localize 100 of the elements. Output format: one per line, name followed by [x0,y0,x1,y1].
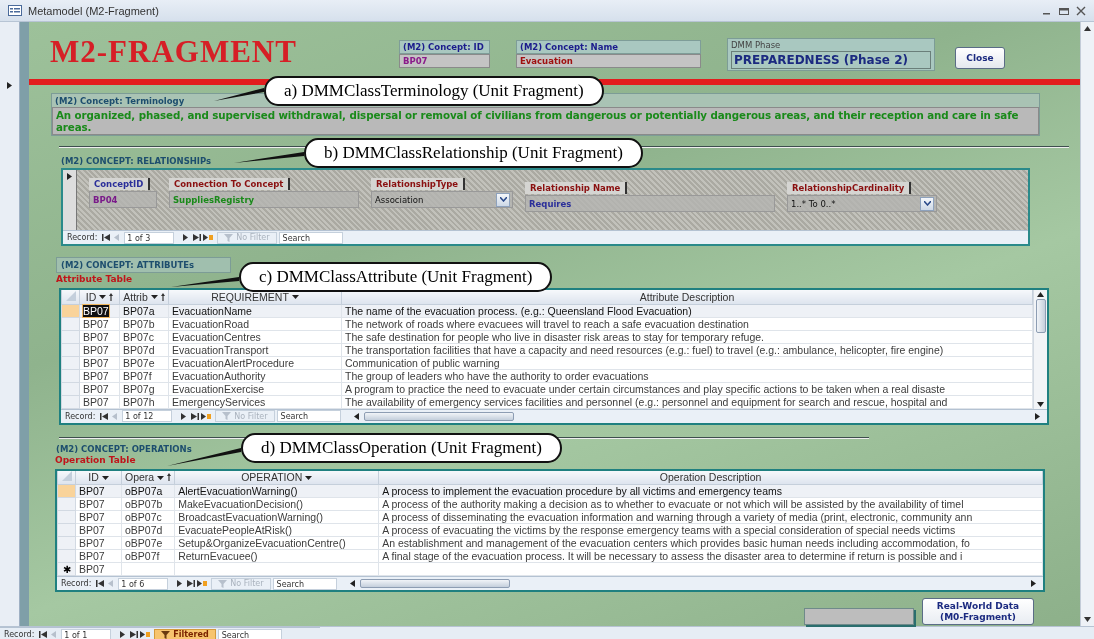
concept-name-value[interactable]: Evacuation [516,54,701,68]
combo-box[interactable]: 1..* To 0..* [787,195,937,212]
sort-ascending-icon [109,292,114,301]
leader-line [214,88,265,102]
scroll-down-icon[interactable] [1084,617,1091,622]
column-header[interactable]: REQUIREMENT [168,290,342,304]
record-position-field[interactable]: 1 of 6 [118,577,169,590]
new-record-icon[interactable] [139,628,151,639]
dropdown-icon [157,473,165,481]
record-position-field[interactable]: 1 of 12 [122,410,173,422]
scroll-thumb[interactable] [359,579,510,588]
scroll-thumb[interactable] [1035,299,1046,333]
table-cell: MakeEvacuationDecision() [174,497,379,511]
sort-ascending-icon [167,473,172,482]
text-field[interactable]: BP04 [89,191,157,208]
table-cell: An establishment and management of the evacuation centers which provides basic human needs including accommodation, fo [378,536,1043,550]
table-title: Attribute Table [56,273,133,285]
field-label: RelationshipCardinality [787,182,912,194]
field-label: RelationshipType [371,178,466,190]
real-world-data-button[interactable]: Real-World Data (M0-Fragment) [922,598,1034,625]
column-header[interactable]: Attrib [119,290,169,304]
table-cell: EmergencyServices [168,395,342,408]
vertical-scrollbar[interactable] [1033,290,1047,409]
callout: d) DMMClassOperation (Unit Fragment) [241,433,562,463]
table-cell: The name of the evacuation process. (e.g.: Queensland Flood Evacuation) [341,304,1033,317]
sort-ascending-icon [160,292,165,301]
first-record-icon[interactable] [98,410,110,422]
new-record-icon[interactable] [196,577,208,590]
dropdown-icon [101,473,109,481]
table-cell: Communication of public warning [341,356,1033,369]
record-selector-icon [6,82,13,89]
new-record-icon[interactable] [202,231,214,244]
search-field[interactable]: Search [276,410,341,422]
dropdown-icon [150,293,158,301]
table-cell: BP07 [75,484,122,498]
vertical-scrollbar[interactable] [1080,22,1094,626]
table-cell: BP07g [119,382,169,395]
table-cell: BP07c [119,330,169,343]
table-cell: A process of the authority making a decision as to whether to evacuate or not which will be assisted by the availability of timel [378,497,1043,511]
last-record-icon[interactable] [128,628,140,639]
table-cell: BP07d [119,343,169,356]
table-cell: ReturnEvacuee() [174,549,379,563]
callout: a) DMMClassTerminology (Unit Fragment) [264,76,604,106]
maximize-icon[interactable] [1058,5,1070,16]
record-position-field[interactable]: 1 of 3 [124,231,175,244]
form-title: M2-FRAGMENT [50,34,298,70]
table-cell: EvacuationTransport [168,343,342,356]
column-header[interactable]: Operation Description [378,470,1043,485]
column-header[interactable]: Attribute Description [341,290,1033,304]
scroll-right-icon [1034,412,1041,420]
table-cell: The safe destination for people who live in disaster risk areas to stay for temporary refuge. [341,330,1033,343]
close-icon[interactable] [1076,5,1086,16]
scroll-up-icon[interactable] [1037,292,1044,297]
table-cell: BP07 [79,369,120,382]
last-record-icon[interactable] [191,231,203,244]
last-record-icon[interactable] [185,577,197,590]
table-cell: BP07f [119,369,169,382]
combo-box[interactable]: Association [371,191,513,208]
column-header[interactable]: OPERATION [174,470,379,485]
record-position-field[interactable]: 1 of 1 [61,628,112,639]
concept-name-label: (M2) Concept: Name [516,40,701,54]
dropdown-icon[interactable] [496,192,510,207]
text-field[interactable]: Requires [525,195,775,212]
table-cell: oBP07f [121,549,175,563]
search-field[interactable]: Search [272,577,337,590]
column-header[interactable]: ID [79,290,120,304]
table-cell: BP07 [79,395,120,408]
table-cell: EvacuationCentres [168,330,342,343]
record-label: Record: [60,579,93,588]
table-cell: EvacuationAuthority [168,369,342,382]
search-field[interactable]: Search [217,628,282,639]
dropdown-icon [99,293,107,301]
record-selector-icon [66,173,73,180]
column-header[interactable]: Opera [121,470,175,485]
scroll-thumb[interactable] [363,411,514,421]
first-record-icon[interactable] [100,231,112,244]
concept-id-value[interactable]: BP07 [399,54,490,68]
callout: b) DMMClassRelationship (Unit Fragment) [304,138,643,168]
close-button[interactable]: Close [955,47,1005,69]
section-label: (M2) Concept: Terminology [55,96,186,106]
table-cell: BP07 [75,510,122,524]
table-cell: BP07 [75,562,122,576]
search-field[interactable]: Search [278,231,343,244]
scroll-up-icon[interactable] [1084,26,1091,31]
phase-value[interactable]: PREPAREDNESS (Phase 2) [731,51,931,69]
table-cell: AlertEvacuationWarning() [174,484,379,498]
last-record-icon[interactable] [189,410,201,422]
table-cell: BP07 [79,330,120,343]
funnel-icon [222,412,232,420]
scroll-left-icon [352,412,360,420]
new-record-icon[interactable] [200,410,212,422]
dropdown-icon[interactable] [920,196,934,211]
table-cell: BroadcastEvacuationWarning() [174,510,379,524]
column-header[interactable]: ID [75,470,122,485]
filter-toggle[interactable]: Filtered [154,628,216,639]
table-cell: oBP07a [121,484,175,498]
first-record-icon[interactable] [37,628,49,639]
table-cell: A process of disseminating the evacuation information and warning through a variety of media (print, electronic, community ann [378,510,1043,524]
table-cell: The availability of emergency services facilities and personnel (e.g.: personnel and equipment for search and rescue, hospital and [341,395,1033,408]
first-record-icon[interactable] [94,577,106,590]
